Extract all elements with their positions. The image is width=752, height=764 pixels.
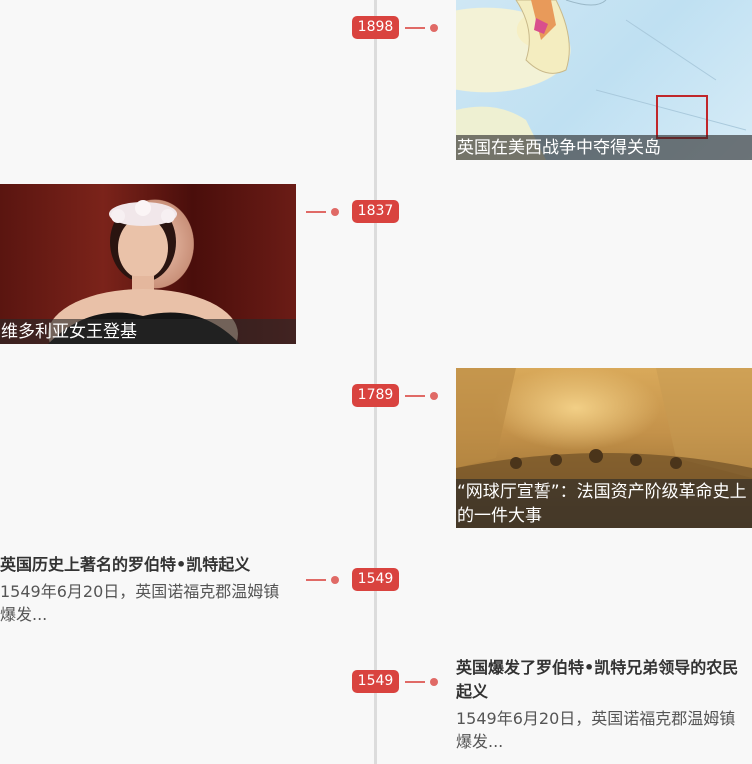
year-badge: 1789 <box>352 384 399 407</box>
event-title[interactable]: 英国历史上著名的罗伯特•凯特起义 <box>0 553 290 577</box>
event-text-card[interactable]: 英国历史上著名的罗伯特•凯特起义 1549年6月20日，英国诺福克郡温姆镇爆发.… <box>0 553 290 626</box>
event-summary: 1549年6月20日，英国诺福克郡温姆镇爆发... <box>456 709 736 751</box>
timeline-spine <box>374 0 377 764</box>
connector-line <box>405 27 425 29</box>
event-caption: 英国在美西战争中夺得关岛 <box>456 135 752 160</box>
event-card-1789[interactable]: “网球厅宣誓”：法国资产阶级革命史上的一件大事 <box>456 368 752 528</box>
timeline-dot <box>331 576 339 584</box>
connector-line <box>405 681 425 683</box>
event-title[interactable]: 英国爆发了罗伯特•凯特兄弟领导的农民起义 <box>456 656 748 704</box>
event-caption: “网球厅宣誓”：法国资产阶级革命史上的一件大事 <box>456 479 752 528</box>
timeline-dot <box>430 678 438 686</box>
timeline-dot <box>331 208 339 216</box>
event-card-1837[interactable]: 维多利亚女王登基 <box>0 184 296 344</box>
year-badge: 1898 <box>352 16 399 39</box>
event-text-card[interactable]: 英国爆发了罗伯特•凯特兄弟领导的农民起义 1549年6月20日，英国诺福克郡温姆… <box>456 656 748 753</box>
connector-line <box>306 579 326 581</box>
connector-line <box>306 211 326 213</box>
timeline-dot <box>430 24 438 32</box>
event-caption: 维多利亚女王登基 <box>0 319 296 344</box>
year-badge: 1549 <box>352 568 399 591</box>
timeline-dot <box>430 392 438 400</box>
connector-line <box>405 395 425 397</box>
year-badge: 1837 <box>352 200 399 223</box>
event-summary: 1549年6月20日，英国诺福克郡温姆镇爆发... <box>0 582 280 624</box>
event-card-1898[interactable]: 英国在美西战争中夺得关岛 <box>456 0 752 160</box>
year-badge: 1549 <box>352 670 399 693</box>
